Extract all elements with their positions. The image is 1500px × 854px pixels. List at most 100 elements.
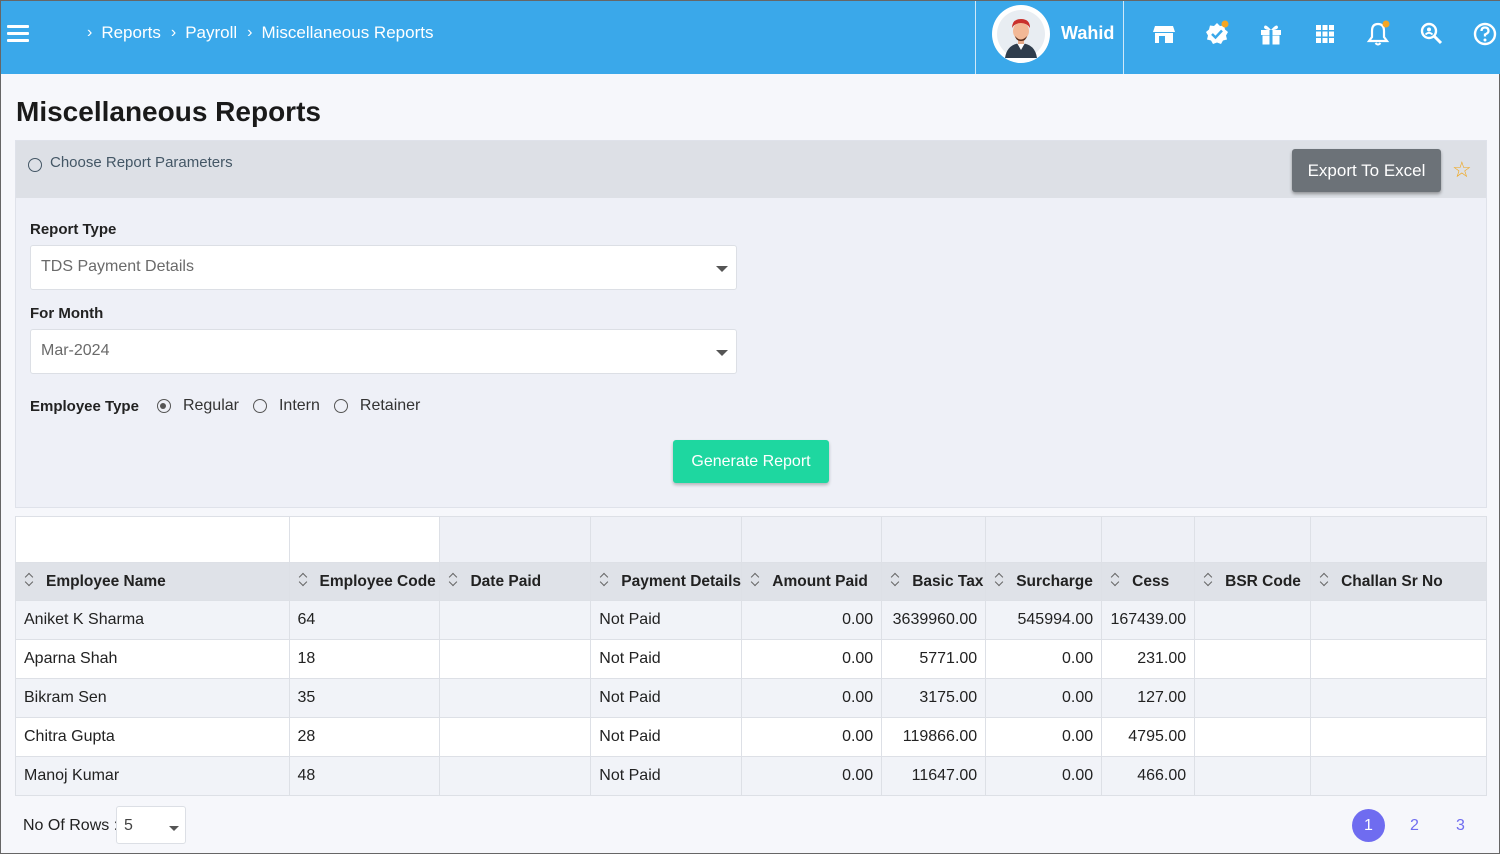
table-cell (439, 756, 592, 796)
sort-icon (448, 572, 458, 586)
sort-icon (298, 572, 308, 586)
column-header-bsr-code[interactable]: BSR Code (1194, 562, 1312, 601)
table-cell (1194, 756, 1312, 796)
rows-per-page-select[interactable]: 5 (116, 806, 186, 844)
bell-icon[interactable] (1364, 20, 1392, 48)
apps-grid-icon[interactable] (1311, 20, 1339, 48)
column-header-payment-details[interactable]: Payment Details (590, 562, 743, 601)
table-cell (1310, 600, 1487, 640)
sort-icon (599, 572, 609, 586)
table-cell: 35 (288, 678, 441, 718)
gift-icon[interactable] (1257, 20, 1285, 48)
table-cell (439, 717, 592, 757)
table-cell: Aniket K Sharma (15, 600, 290, 640)
caret-down-icon (716, 266, 728, 272)
column-header-cess[interactable]: Cess (1101, 562, 1196, 601)
avatar[interactable] (992, 5, 1050, 63)
search-person-icon[interactable] (1418, 20, 1446, 48)
breadcrumb-miscellaneous-reports[interactable]: Miscellaneous Reports (261, 23, 433, 43)
column-header-label: BSR Code (1225, 572, 1301, 590)
breadcrumb-separator-icon: › (247, 24, 253, 41)
column-header-label: Payment Details (621, 572, 742, 590)
caret-down-icon (169, 826, 179, 831)
column-header-label: Amount Paid (772, 572, 868, 590)
employee-type-label: Employee Type (30, 397, 139, 415)
generate-report-button[interactable]: Generate Report (673, 440, 829, 483)
table-row[interactable]: Bikram Sen 35 Not Paid 0.00 3175.00 0.00 127.0… (15, 678, 1487, 718)
breadcrumb-separator-icon: › (87, 24, 93, 41)
sort-icon (890, 572, 900, 586)
table-row[interactable]: Aparna Shah 18 Not Paid 0.00 5771.00 0.00 231.… (15, 639, 1487, 679)
table-cell (1194, 600, 1312, 640)
column-header-basic-tax[interactable]: Basic Tax (881, 562, 987, 601)
column-header-label: Basic Tax (912, 572, 984, 590)
column-header-employee-code[interactable]: Employee Code (288, 562, 441, 601)
table-cell: 48 (288, 756, 441, 796)
radio-regular[interactable] (156, 399, 171, 413)
export-to-excel-button[interactable]: Export To Excel (1292, 149, 1441, 192)
table-cell (1194, 639, 1312, 679)
column-header-date-paid[interactable]: Date Paid (439, 562, 592, 601)
user-name[interactable]: Wahid (1061, 23, 1114, 44)
column-header-amount-paid[interactable]: Amount Paid (741, 562, 883, 601)
sort-icon (1319, 572, 1329, 586)
caret-down-icon (716, 350, 728, 356)
table-cell: Not Paid (590, 678, 743, 718)
table-cell: 0.00 (741, 678, 883, 718)
table-cell: 0.00 (985, 756, 1103, 796)
table-cell: 28 (288, 717, 441, 757)
column-header-surcharge[interactable]: Surcharge (985, 562, 1103, 601)
hamburger-menu-icon[interactable] (7, 25, 29, 42)
filter-cell-employee-code[interactable] (288, 516, 441, 563)
column-header-challan-sr-no[interactable]: Challan Sr No (1310, 562, 1487, 601)
column-header-employee-name[interactable]: Employee Name (15, 562, 290, 601)
verified-check-icon[interactable] (1203, 20, 1231, 48)
report-type-select[interactable]: TDS Payment Details (30, 245, 737, 290)
parameters-icon (28, 157, 42, 172)
report-type-label: Report Type (30, 221, 117, 238)
radio-regular-label[interactable]: Regular (183, 397, 239, 415)
table-cell: 3639960.00 (881, 600, 987, 640)
table-cell: 119866.00 (881, 717, 987, 757)
table-cell: 0.00 (741, 717, 883, 757)
column-header-label: Date Paid (470, 572, 542, 590)
table-cell (439, 639, 592, 679)
table-cell: 0.00 (741, 600, 883, 640)
breadcrumb-reports[interactable]: Reports (101, 23, 161, 43)
radio-retainer-label[interactable]: Retainer (360, 397, 420, 415)
store-icon[interactable] (1150, 20, 1178, 48)
radio-intern[interactable] (252, 399, 267, 413)
radio-retainer[interactable] (333, 399, 348, 413)
user-profile-area[interactable]: Wahid (975, 1, 1124, 74)
radio-intern-label[interactable]: Intern (279, 397, 320, 415)
table-cell: 545994.00 (985, 600, 1103, 640)
rows-per-page-value: 5 (124, 817, 133, 834)
report-parameters-header: Choose Report Parameters Export To Excel… (16, 141, 1486, 198)
help-icon[interactable] (1471, 20, 1499, 48)
table-cell: Not Paid (590, 756, 743, 796)
favorite-star-icon[interactable]: ☆ (1452, 157, 1472, 183)
table-cell: 0.00 (985, 678, 1103, 718)
choose-report-parameters-toggle[interactable]: Choose Report Parameters (28, 154, 233, 172)
table-row[interactable]: Chitra Gupta 28 Not Paid 0.00 119866.00 0.00 4… (15, 717, 1487, 757)
table-cell: 0.00 (985, 639, 1103, 679)
table-cell: Not Paid (590, 717, 743, 757)
report-table: Employee Name Employee Code Date Paid Pa… (15, 516, 1487, 796)
table-cell (1310, 639, 1487, 679)
table-cell: 466.00 (1101, 756, 1196, 796)
table-cell: 0.00 (741, 639, 883, 679)
table-row[interactable]: Aniket K Sharma 64 Not Paid 0.00 3639960.00 5… (15, 600, 1487, 640)
breadcrumb-payroll[interactable]: Payroll (185, 23, 237, 43)
table-cell (1194, 717, 1312, 757)
table-cell (439, 678, 592, 718)
column-header-label: Challan Sr No (1341, 572, 1443, 590)
sort-icon (1110, 572, 1120, 586)
page-button-1[interactable]: 1 (1352, 809, 1385, 842)
column-header-label: Employee Name (46, 572, 166, 590)
table-cell: Not Paid (590, 600, 743, 640)
filter-cell-employee-name[interactable] (15, 516, 290, 563)
for-month-select[interactable]: Mar-2024 (30, 329, 737, 374)
table-row[interactable]: Manoj Kumar 48 Not Paid 0.00 11647.00 0.00 466… (15, 756, 1487, 796)
page-button-2[interactable]: 2 (1398, 809, 1431, 842)
page-button-3[interactable]: 3 (1444, 809, 1477, 842)
